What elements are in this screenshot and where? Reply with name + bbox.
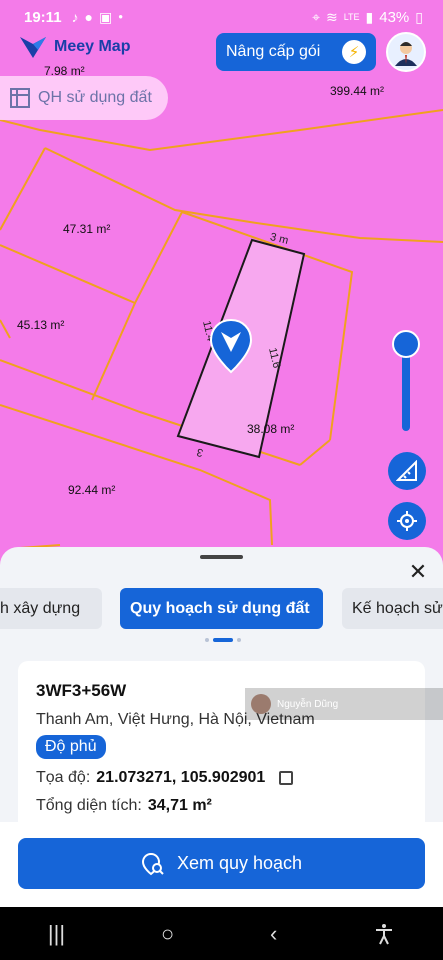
battery-icon: ▯	[415, 9, 423, 25]
opacity-slider-handle[interactable]	[392, 330, 420, 358]
lightning-icon: ⚡	[342, 40, 366, 64]
upgrade-label: Nâng cấp gói	[226, 43, 321, 60]
tab-label: Quy hoạch sử dụng đất	[130, 599, 310, 617]
watermark-avatar	[251, 694, 271, 714]
avatar[interactable]	[386, 32, 426, 72]
logo-text: Meey Map	[54, 38, 131, 55]
cta-bar: Xem quy hoạch	[0, 822, 443, 907]
area-row: Tổng diện tích: 34,71 m²	[36, 797, 407, 815]
user-watermark: Nguyễn Dũng	[245, 688, 443, 720]
volte-icon: LTE	[343, 11, 360, 22]
accessibility-icon[interactable]	[373, 923, 395, 945]
tiktok-icon: ♪	[71, 9, 79, 25]
area-value: 34,71 m²	[147, 797, 212, 814]
coords-value: 21.073271, 105.902901	[96, 769, 266, 786]
measure-button[interactable]	[388, 452, 426, 490]
tab-land-use-planning[interactable]: Quy hoạch sử dụng đất	[120, 588, 323, 629]
coordinates-row: Tọa độ: 21.073271, 105.902901	[36, 769, 407, 787]
coverage-badge[interactable]: Độ phủ	[36, 735, 106, 759]
upgrade-button[interactable]: Nâng cấp gói ⚡	[216, 33, 376, 71]
tab-land-use-plan[interactable]: Kế hoạch sử	[342, 588, 443, 629]
back-icon[interactable]: ‹	[270, 921, 277, 947]
mic-icon: ●	[84, 9, 94, 25]
sheet-drag-handle[interactable]	[200, 555, 243, 559]
tab-construction-planning[interactable]: h xây dựng	[0, 588, 102, 629]
my-location-button[interactable]	[388, 502, 426, 540]
tab-page-indicator	[205, 638, 241, 642]
page-dot	[237, 638, 241, 642]
watermark-name: Nguyễn Dũng	[277, 698, 339, 710]
area-label: 92.44 m²	[68, 483, 116, 497]
crosshair-icon	[397, 511, 417, 531]
battery-percent: 43%	[379, 8, 410, 26]
recent-apps-icon[interactable]: |||	[48, 921, 65, 947]
ruler-icon	[396, 460, 417, 481]
area-label: 47.31 m²	[63, 222, 111, 236]
coords-label: Tọa độ:	[36, 769, 91, 786]
meey-logo-icon	[20, 37, 46, 58]
page-dot-active	[213, 638, 233, 642]
user-avatar-icon	[395, 42, 417, 66]
layer-grid-icon	[10, 88, 30, 108]
map-search-icon	[141, 852, 164, 875]
land-use-layer-chip[interactable]: QH sử dụng đất	[0, 76, 168, 120]
system-nav-bar: ||| ○ ‹	[0, 907, 443, 960]
copy-icon[interactable]	[279, 771, 294, 785]
home-icon[interactable]: ○	[161, 921, 174, 947]
layer-chip-label: QH sử dụng đất	[38, 89, 152, 106]
app-logo: Meey Map	[18, 34, 130, 60]
page-dot	[205, 638, 209, 642]
dot-icon: ●	[118, 12, 124, 21]
close-icon[interactable]: ✕	[405, 559, 431, 585]
status-bar: 19:11 ♪ ● ▣ ● ⌖ ≋ LTE ▮ 43% ▯	[0, 0, 443, 34]
location-icon: ⌖	[312, 9, 320, 25]
cta-label: Xem quy hoạch	[176, 853, 303, 873]
tab-label: Kế hoạch sử	[352, 599, 443, 617]
wifi-icon: ≋	[325, 9, 338, 25]
tab-label: h xây dựng	[0, 599, 81, 617]
area-label: 45.13 m²	[17, 318, 65, 332]
area-label: 38.08 m²	[247, 422, 295, 436]
signal-icon: ▮	[365, 9, 374, 25]
location-pin-icon[interactable]	[208, 318, 254, 374]
area-label: 399.44 m²	[330, 84, 385, 98]
view-planning-button[interactable]: Xem quy hoạch	[18, 838, 425, 889]
gallery-icon: ▣	[99, 9, 113, 25]
area-label: Tổng diện tích:	[36, 797, 142, 814]
status-time: 19:11	[24, 8, 62, 26]
